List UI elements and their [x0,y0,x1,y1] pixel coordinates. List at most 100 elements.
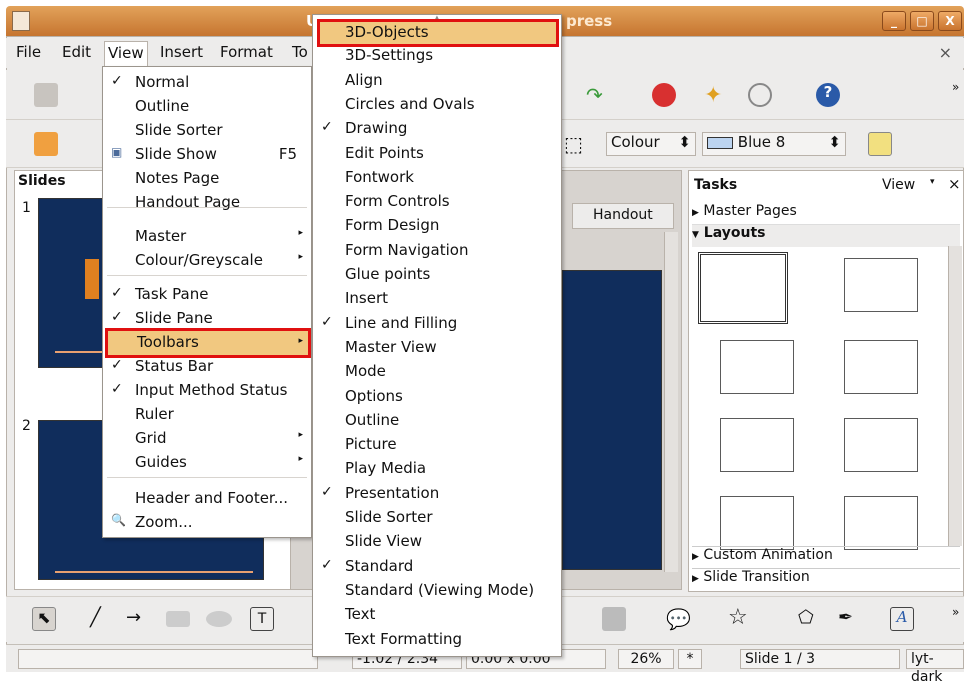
view-menu-item-colour-greyscale[interactable]: Colour/Greyscale ▸ [103,249,311,273]
redo-icon[interactable]: ↷ [586,83,610,107]
view-menu-item-handout-page[interactable]: Handout Page [103,191,311,215]
fontwork-icon[interactable]: A [890,607,914,631]
toolbar-item-form-controls[interactable]: Form Controls [313,190,561,214]
view-menu-item-normal[interactable]: ✓ Normal [103,71,311,95]
layout-title-content[interactable] [720,340,794,394]
toolbar-item-master-view[interactable]: Master View [313,336,561,360]
toolbar-item-fontwork[interactable]: Fontwork [313,166,561,190]
toolbar-item-standard-viewing-mode[interactable]: Standard (Viewing Mode) [313,579,561,603]
layout-chart[interactable] [720,496,794,550]
menu-format[interactable]: Format [220,43,273,61]
ellipse-icon[interactable] [206,611,232,627]
impress-app-icon[interactable] [12,11,30,31]
line-icon[interactable]: ╱ [90,607,114,631]
menu-edit[interactable]: Edit [62,43,91,61]
tasks-view-menu[interactable]: View [882,177,915,193]
status-zoom[interactable]: 26% [618,649,674,669]
toolbar-item-options[interactable]: Options [313,385,561,409]
zoom-icon[interactable] [748,83,772,107]
slide-canvas[interactable] [562,270,662,570]
layouts-section[interactable]: ▼ Layouts [692,225,960,247]
area-style-select[interactable]: Colour ⬍ [606,132,696,156]
menu-view[interactable]: View [104,41,148,67]
view-menu-item-guides[interactable]: Guides ▸ [103,451,311,475]
layout-centered-text[interactable] [844,418,918,472]
callout-icon[interactable]: 💬 [666,607,691,631]
flowchart-icon[interactable] [602,607,626,631]
view-menu-item-master[interactable]: Master ▸ [103,225,311,249]
toolbar-item-insert[interactable]: Insert [313,287,561,311]
layout-title-only-2[interactable] [720,418,794,472]
toolbar-item-outline[interactable]: Outline [313,409,561,433]
slide-transition-section[interactable]: ▶ Slide Transition [692,568,960,590]
rectangle-icon[interactable] [166,611,190,627]
toolbar-item-presentation[interactable]: ✓ Presentation [313,482,561,506]
menu-tools[interactable]: To [292,43,308,61]
view-menu-item-slide-sorter[interactable]: Slide Sorter [103,119,311,143]
tasks-close-icon[interactable]: × [948,175,961,193]
view-menu-item-outline[interactable]: Outline [103,95,311,119]
toolbar-item-form-design[interactable]: Form Design [313,214,561,238]
area-icon[interactable]: ⬚ [564,132,588,156]
toolbar-overflow-icon[interactable]: » [952,80,959,94]
select-icon[interactable]: ⬉ [32,607,56,631]
close-document-icon[interactable]: × [939,43,952,62]
minimize-button[interactable]: _ [882,11,906,31]
toolbar-item-mode[interactable]: Mode [313,360,561,384]
navigator-icon[interactable]: ✦ [704,83,728,108]
layout-two-content[interactable] [844,340,918,394]
toolbar-item-edit-points[interactable]: Edit Points [313,142,561,166]
view-menu-item-notes-page[interactable]: Notes Page [103,167,311,191]
custom-animation-section[interactable]: ▶ Custom Animation [692,546,960,568]
toolbar-item-slide-sorter[interactable]: Slide Sorter [313,506,561,530]
view-menu-item-ruler[interactable]: Ruler [103,403,311,427]
arrow-line-icon[interactable]: → [126,607,150,631]
toolbar-item-drawing[interactable]: ✓ Drawing [313,117,561,141]
toolbar-item-play-media[interactable]: Play Media [313,457,561,481]
toolbar-item-text-formatting[interactable]: Text Formatting [313,628,561,652]
maximize-button[interactable]: □ [910,11,934,31]
points-icon[interactable]: ⬠ [798,607,822,631]
tasks-view-arrow-icon[interactable]: ▾ [930,177,935,187]
menu-insert[interactable]: Insert [160,43,203,61]
view-menu-item-toolbars[interactable]: Toolbars ▸ [105,328,311,358]
toolbar-item-text[interactable]: Text [313,603,561,627]
tab-handout[interactable]: Handout [572,203,674,229]
toolbar-item-align[interactable]: Align [313,69,561,93]
menu-file[interactable]: File [16,43,41,61]
toolbar-item-3d-settings[interactable]: 3D-Settings [313,44,561,68]
fill-colour-select[interactable]: Blue 8 ⬍ [702,132,846,156]
toolbar-item-3d-objects[interactable]: 3D-Objects [317,19,559,47]
view-menu-item-input-method-status[interactable]: ✓ Input Method Status [103,379,311,403]
toolbar-item-slide-view[interactable]: Slide View [313,530,561,554]
toolbar-item-picture[interactable]: Picture [313,433,561,457]
view-menu-item-slide-show[interactable]: ▣ Slide Show F5 [103,143,311,167]
drawing-overflow-icon[interactable]: » [952,605,959,619]
layout-table[interactable] [844,496,918,550]
view-menu-item-header-and-footer[interactable]: Header and Footer... [103,487,311,511]
toolbar-item-line-and-filling[interactable]: ✓ Line and Filling [313,312,561,336]
stars-icon[interactable]: ☆ [728,605,752,630]
toolbar-item-form-navigation[interactable]: Form Navigation [313,239,561,263]
layout-blank[interactable] [698,252,788,324]
tasks-scrollbar[interactable] [948,246,962,546]
toolbar-item-circles-and-ovals[interactable]: Circles and Ovals [313,93,561,117]
text-icon[interactable]: T [250,607,274,631]
layout-title-only[interactable] [844,258,918,312]
chart-icon[interactable] [652,83,676,107]
vertical-scrollbar[interactable] [664,232,678,572]
view-menu-item-task-pane[interactable]: ✓ Task Pane [103,283,311,307]
view-menu-item-zoom[interactable]: 🔍 Zoom... [103,511,311,535]
view-menu-item-grid[interactable]: Grid ▸ [103,427,311,451]
toolbar-item-glue-points[interactable]: Glue points [313,263,561,287]
view-menu-item-status-bar[interactable]: ✓ Status Bar [103,355,311,379]
close-window-button[interactable]: X [938,11,962,31]
glue-points-icon[interactable]: ✒ [838,607,862,631]
help-icon[interactable]: ? [816,83,840,107]
document-icon[interactable] [34,83,58,107]
menu-item-label: Presentation [345,483,440,502]
master-pages-section[interactable]: ▶ Master Pages [692,203,960,225]
presentation-icon[interactable] [34,132,58,156]
toolbar-item-standard[interactable]: ✓ Standard [313,555,561,579]
shadow-icon[interactable] [868,132,892,156]
